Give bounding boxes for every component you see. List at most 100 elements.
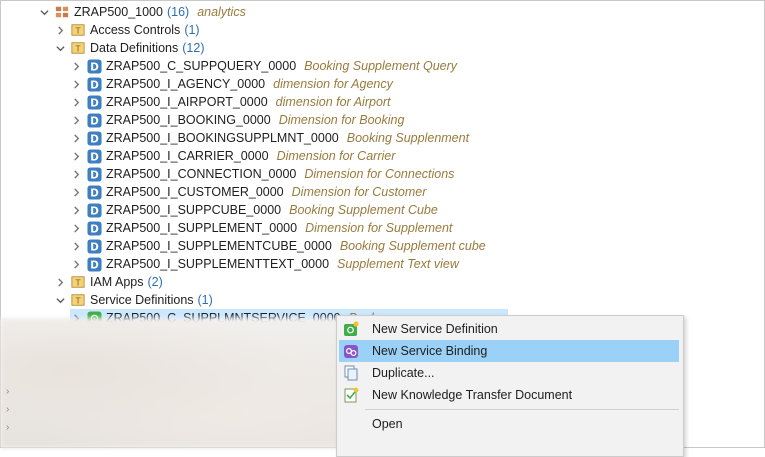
data-definition-icon: D — [86, 130, 102, 146]
package-description: analytics — [197, 5, 246, 19]
data-definition-name: ZRAP500_I_CUSTOMER_0000 — [106, 185, 284, 199]
chevron-right-icon[interactable] — [54, 23, 66, 37]
svg-text:T: T — [75, 279, 81, 288]
data-definition-icon: D — [86, 94, 102, 110]
tree-node-data-definition-item[interactable]: D ZRAP500_I_SUPPLEMENTCUBE_0000 Booking Su… — [70, 237, 486, 255]
new-service-binding-icon — [343, 343, 359, 359]
data-definition-description: Dimension for Carrier — [276, 149, 396, 163]
data-definition-description: Dimension for Supplement — [305, 221, 453, 235]
menu-item-new-knowledge-transfer-document[interactable]: New Knowledge Transfer Document — [339, 384, 679, 406]
chevron-right-icon[interactable] — [70, 131, 82, 145]
data-definition-icon: D — [86, 148, 102, 164]
data-definition-description: dimension for Airport — [275, 95, 391, 109]
chevron-down-icon[interactable] — [38, 5, 50, 19]
svg-text:D: D — [90, 97, 99, 109]
data-definition-icon: D — [86, 238, 102, 254]
data-definition-icon: D — [86, 112, 102, 128]
chevron-right-icon[interactable] — [70, 185, 82, 199]
chevron-right-icon[interactable] — [70, 59, 82, 73]
menu-item-duplicate[interactable]: Duplicate... — [339, 362, 679, 384]
tree-node-data-definition-item[interactable]: D ZRAP500_I_AIRPORT_0000 dimension for Air… — [70, 93, 391, 111]
tree-node-data-definition-item[interactable]: D ZRAP500_I_SUPPLEMENTTEXT_0000 Supplement… — [70, 255, 459, 273]
svg-text:D: D — [90, 187, 99, 199]
package-count: (16) — [166, 5, 190, 19]
chevron-right-icon[interactable] — [70, 257, 82, 271]
chevron-right-icon[interactable] — [70, 149, 82, 163]
data-definitions-count: (12) — [182, 41, 205, 55]
menu-item-new-service-definition[interactable]: New Service Definition — [339, 318, 679, 340]
folder-type-icon: T — [70, 22, 86, 38]
chevron-right-icon[interactable] — [70, 203, 82, 217]
tree-node-data-definition-item[interactable]: D ZRAP500_I_CUSTOMER_0000 Dimension for Cu… — [70, 183, 426, 201]
svg-text:D: D — [90, 223, 99, 235]
chevron-right-icon[interactable] — [70, 167, 82, 181]
chevron-right-icon[interactable] — [70, 77, 82, 91]
tree-node-data-definition-item[interactable]: D ZRAP500_I_CARRIER_0000 Dimension for Car… — [70, 147, 395, 165]
svg-text:D: D — [90, 115, 99, 127]
data-definition-name: ZRAP500_I_CONNECTION_0000 — [106, 167, 297, 181]
tree-node-service-definitions[interactable]: T Service Definitions (1) — [54, 291, 213, 309]
new-service-definition-icon — [343, 321, 359, 337]
data-definition-description: Booking Supplenment — [346, 131, 470, 145]
tree-node-data-definition-item[interactable]: D ZRAP500_C_SUPPQUERY_0000 Booking Supplem… — [70, 57, 457, 75]
chevron-right-icon[interactable]: › — [6, 422, 9, 433]
tree-node-data-definition-item[interactable]: D ZRAP500_I_SUPPCUBE_0000 Booking Suppleme… — [70, 201, 438, 219]
menu-separator — [365, 409, 679, 410]
service-definitions-label: Service Definitions — [90, 293, 194, 307]
menu-item-label: Duplicate... — [372, 366, 435, 380]
data-definition-description: Dimension for Booking — [278, 113, 405, 127]
chevron-right-icon[interactable] — [70, 95, 82, 109]
data-definition-name: ZRAP500_I_SUPPLEMENTCUBE_0000 — [106, 239, 332, 253]
data-definition-name: ZRAP500_I_AGENCY_0000 — [106, 77, 266, 91]
service-definitions-count: (1) — [197, 293, 213, 307]
svg-text:D: D — [90, 241, 99, 253]
data-definition-name: ZRAP500_I_SUPPLEMENTTEXT_0000 — [106, 257, 330, 271]
svg-text:D: D — [90, 151, 99, 163]
data-definition-description: dimension for Agency — [273, 77, 393, 91]
data-definition-name: ZRAP500_I_SUPPCUBE_0000 — [106, 203, 282, 217]
package-icon — [54, 4, 70, 20]
tree-node-data-definition-item[interactable]: D ZRAP500_I_AGENCY_0000 dimension for Agen… — [70, 75, 393, 93]
chevron-right-icon[interactable] — [70, 221, 82, 235]
data-definition-icon: D — [86, 256, 102, 272]
tree-node-package[interactable]: ZRAP500_1000 (16) analytics — [38, 3, 246, 21]
tree-node-data-definition-item[interactable]: D ZRAP500_I_CONNECTION_0000 Dimension for … — [70, 165, 454, 183]
menu-item-new-service-binding[interactable]: New Service Binding — [339, 340, 679, 362]
data-definition-description: Dimension for Connections — [304, 167, 455, 181]
data-definition-description: Booking Supplement Cube — [289, 203, 438, 217]
data-definition-description: Dimension for Customer — [291, 185, 427, 199]
tree-node-data-definition-item[interactable]: D ZRAP500_I_BOOKINGSUPPLMNT_0000 Booking S… — [70, 129, 469, 147]
chevron-down-icon[interactable] — [54, 293, 66, 307]
menu-item-label: New Service Binding — [372, 344, 488, 358]
tree-node-data-definitions[interactable]: T Data Definitions (12) — [54, 39, 204, 57]
tree-node-access-controls[interactable]: T Access Controls (1) — [54, 21, 200, 39]
data-definition-name: ZRAP500_I_CARRIER_0000 — [106, 149, 269, 163]
data-definition-description: Booking Supplement Query — [304, 59, 458, 73]
menu-item-icon-placeholder — [343, 416, 359, 432]
chevron-down-icon[interactable] — [54, 41, 66, 55]
access-controls-count: (1) — [184, 23, 200, 37]
chevron-right-icon[interactable] — [70, 113, 82, 127]
tree-node-iam-apps[interactable]: T IAM Apps (2) — [54, 273, 163, 291]
chevron-right-icon[interactable] — [54, 275, 66, 289]
data-definition-description: Booking Supplement cube — [339, 239, 486, 253]
folder-type-icon: T — [70, 40, 86, 56]
chevron-right-icon[interactable] — [70, 239, 82, 253]
svg-text:T: T — [75, 297, 81, 306]
data-definition-icon: D — [86, 184, 102, 200]
chevron-right-icon[interactable]: › — [6, 386, 9, 397]
data-definition-name: ZRAP500_I_BOOKINGSUPPLMNT_0000 — [106, 131, 339, 145]
svg-text:D: D — [90, 169, 99, 181]
chevron-right-icon[interactable]: › — [6, 404, 9, 415]
svg-text:D: D — [90, 79, 99, 91]
folder-type-icon: T — [70, 292, 86, 308]
menu-item-open[interactable]: Open — [339, 413, 679, 435]
access-controls-label: Access Controls — [90, 23, 181, 37]
tree-node-data-definition-item[interactable]: D ZRAP500_I_BOOKING_0000 Dimension for Boo… — [70, 111, 404, 129]
context-menu: New Service Definition New Service Bindi… — [336, 315, 684, 457]
data-definition-icon: D — [86, 220, 102, 236]
svg-text:D: D — [90, 61, 99, 73]
tree-node-data-definition-item[interactable]: D ZRAP500_I_SUPPLEMENT_0000 Dimension for … — [70, 219, 452, 237]
data-definition-icon: D — [86, 166, 102, 182]
svg-text:D: D — [90, 259, 99, 271]
